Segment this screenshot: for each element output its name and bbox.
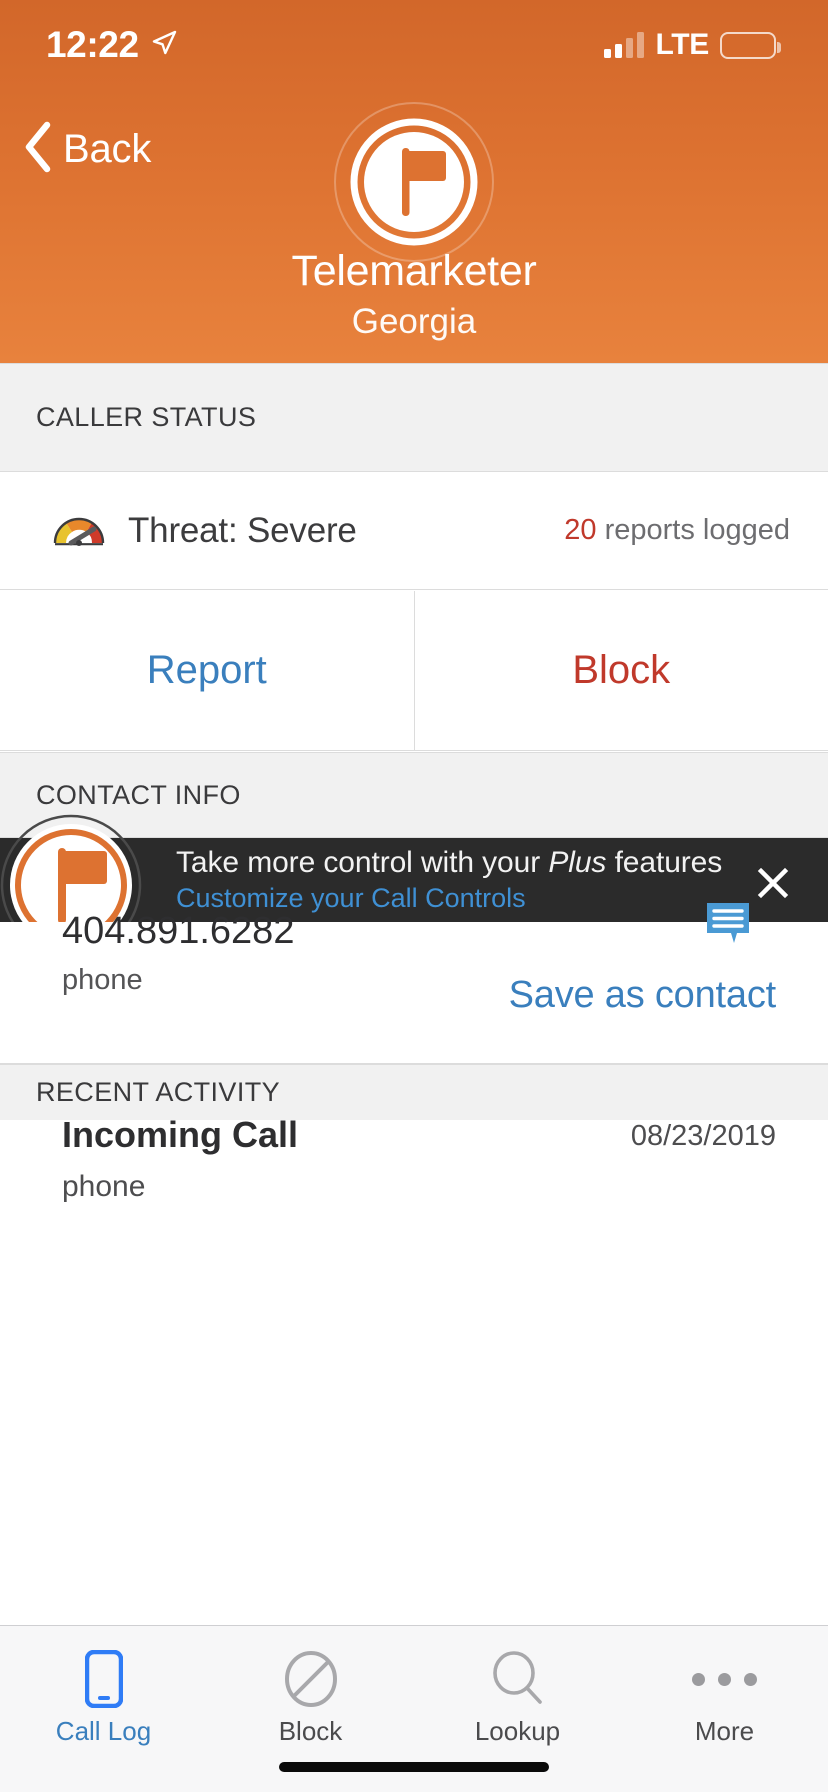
- promo-text-group: Take more control with your Plus feature…: [176, 846, 722, 914]
- tab-call-log-label: Call Log: [55, 1716, 152, 1746]
- reports-count: 20: [564, 514, 597, 546]
- block-button[interactable]: Block: [413, 591, 828, 750]
- location-arrow-icon: [151, 30, 177, 61]
- section-header-caller-status: CALLER STATUS: [0, 363, 828, 472]
- carrier-tech-label: LTE: [655, 28, 709, 61]
- tab-block-label: Block: [278, 1716, 343, 1746]
- phone-device-icon: [84, 1648, 123, 1710]
- reports-logged-label: reports logged: [604, 514, 790, 546]
- header-avatar-wrap: [0, 102, 828, 262]
- battery-icon: [720, 31, 781, 59]
- promo-title-prefix: Take more control with your: [176, 846, 549, 879]
- threat-status-row[interactable]: Threat: Severe 20 reports logged: [0, 472, 828, 590]
- contact-phone-block: 404.891.6282 phone Save as contact: [0, 903, 828, 1064]
- section-header-recent-activity: RECENT ACTIVITY: [0, 1064, 828, 1121]
- activity-title: Incoming Call: [62, 1114, 299, 1155]
- phone-number-value[interactable]: 404.891.6282: [62, 910, 294, 953]
- promo-title-emphasis: Plus: [548, 846, 607, 879]
- ellipsis-icon: [692, 1648, 757, 1710]
- flag-circle-avatar-icon: [334, 102, 494, 262]
- status-bar-left: 12:22: [46, 24, 177, 66]
- threat-left-group: Threat: Severe: [50, 507, 357, 554]
- section-header-recent-activity-label: RECENT ACTIVITY: [36, 1077, 281, 1107]
- status-bar-time: 12:22: [46, 24, 139, 65]
- section-header-contact-info-label: CONTACT INFO: [36, 779, 241, 810]
- tab-call-log[interactable]: Call Log: [0, 1626, 207, 1792]
- tab-more-label: More: [694, 1716, 755, 1746]
- caller-header: 12:22 LTE Back Telemarketer Georgia: [0, 0, 828, 363]
- bottom-tab-bar: Call Log Block Lookup More: [0, 1625, 828, 1792]
- message-bubble-icon[interactable]: [704, 900, 752, 953]
- report-button[interactable]: Report: [0, 591, 414, 750]
- activity-date: 08/23/2019: [630, 1120, 776, 1152]
- activity-subtitle: phone: [62, 1170, 146, 1203]
- status-bar: 12:22 LTE: [0, 0, 828, 90]
- page-subtitle: Georgia: [351, 302, 477, 341]
- home-indicator: [279, 1762, 549, 1772]
- page-title: Telemarketer: [291, 247, 537, 295]
- tab-more[interactable]: More: [621, 1626, 828, 1792]
- promo-title-suffix: features: [606, 846, 723, 879]
- phone-type-label: phone: [62, 964, 143, 996]
- block-circle-slash-icon: [284, 1648, 338, 1710]
- activity-list-item[interactable]: Incoming Call phone 08/23/2019: [0, 1114, 828, 1228]
- tab-lookup-label: Lookup: [474, 1716, 561, 1746]
- save-as-contact-button[interactable]: Save as contact: [509, 974, 777, 1017]
- close-icon[interactable]: [750, 860, 796, 906]
- section-header-caller-status-label: CALLER STATUS: [36, 402, 257, 432]
- threat-gauge-icon: [50, 507, 108, 554]
- action-button-row: Report Block: [0, 591, 828, 751]
- search-magnifier-icon: [491, 1648, 545, 1710]
- app-screen: 12:22 LTE Back Telemarketer Georgia CALL…: [0, 0, 828, 1792]
- promo-title: Take more control with your Plus feature…: [176, 846, 722, 880]
- threat-level-label: Threat: Severe: [128, 510, 357, 550]
- status-bar-right: LTE: [604, 28, 781, 62]
- signal-bars-icon: [604, 32, 645, 58]
- reports-logged: 20 reports logged: [564, 514, 790, 547]
